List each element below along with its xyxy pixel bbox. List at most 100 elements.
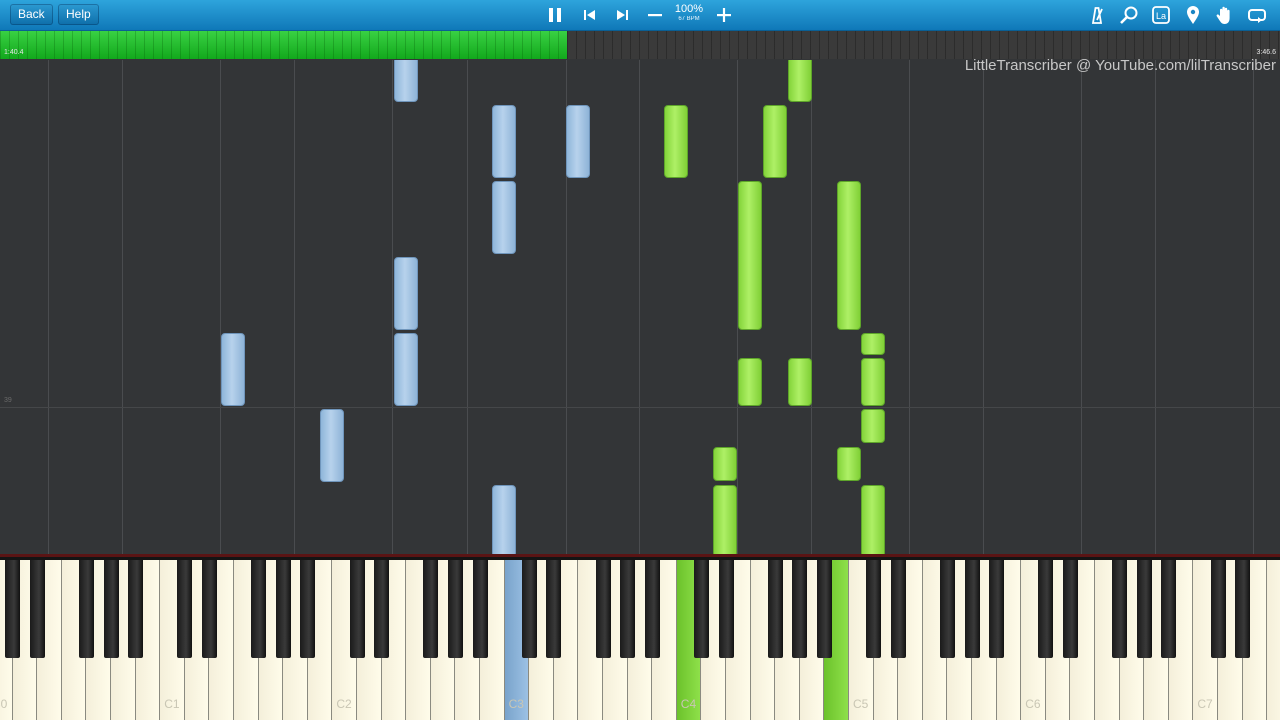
octave-label: C7 <box>1197 697 1213 711</box>
black-key[interactable] <box>521 560 537 658</box>
black-key[interactable] <box>447 560 463 658</box>
black-key[interactable] <box>964 560 980 658</box>
black-key[interactable] <box>423 560 439 658</box>
white-key[interactable] <box>1267 560 1280 720</box>
key-divider <box>220 60 221 554</box>
note-right-hand <box>788 358 812 406</box>
previous-icon[interactable] <box>578 3 602 27</box>
speed-bpm: 67 BPM <box>678 16 700 22</box>
note-right-hand <box>837 181 861 330</box>
black-key[interactable] <box>349 560 365 658</box>
black-key[interactable] <box>201 560 217 658</box>
note-left-hand <box>492 485 516 554</box>
key-divider <box>639 60 640 554</box>
octave-label: C3 <box>508 697 524 711</box>
black-key[interactable] <box>644 560 660 658</box>
black-key[interactable] <box>5 560 21 658</box>
black-key[interactable] <box>374 560 390 658</box>
octave-label: C6 <box>1025 697 1041 711</box>
key-divider <box>1155 60 1156 554</box>
black-key[interactable] <box>177 560 193 658</box>
key-divider <box>392 60 393 554</box>
black-key[interactable] <box>693 560 709 658</box>
watermark-text: LittleTranscriber @ YouTube.com/lilTrans… <box>964 57 1276 74</box>
key-divider <box>122 60 123 554</box>
black-key[interactable] <box>1136 560 1152 658</box>
piano-keyboard[interactable]: C0 C1 C2 C3 C4 C5 C6 C7 <box>0 554 1280 720</box>
piano-roll: 39 <box>0 60 1280 554</box>
black-key[interactable] <box>1235 560 1251 658</box>
key-divider <box>48 60 49 554</box>
black-key[interactable] <box>472 560 488 658</box>
note-right-hand <box>738 358 762 406</box>
note-left-hand <box>221 333 245 406</box>
key-divider <box>983 60 984 554</box>
black-key[interactable] <box>275 560 291 658</box>
pause-icon[interactable] <box>543 3 567 27</box>
black-key[interactable] <box>1038 560 1054 658</box>
note-right-hand <box>713 485 737 554</box>
loop-icon[interactable] <box>1245 3 1269 27</box>
faster-icon[interactable] <box>712 3 736 27</box>
toolbar: Back Help 100% 67 BPM La <box>0 0 1280 31</box>
black-key[interactable] <box>866 560 882 658</box>
label-mode-icon[interactable]: La <box>1149 3 1173 27</box>
black-key[interactable] <box>939 560 955 658</box>
note-right-hand <box>788 60 812 102</box>
speed-percent: 100% <box>674 3 704 15</box>
note-right-hand <box>861 409 885 443</box>
speed-display: 100% 67 BPM <box>670 3 708 23</box>
note-left-hand <box>394 333 418 406</box>
black-key[interactable] <box>251 560 267 658</box>
back-button[interactable]: Back <box>10 4 53 25</box>
total-time: 3:46.6 <box>1256 49 1276 56</box>
help-button[interactable]: Help <box>58 4 99 25</box>
note-right-hand <box>861 358 885 406</box>
timeline-bar[interactable]: 1:40.4 3:46.6 <box>0 31 1280 59</box>
note-left-hand <box>394 60 418 102</box>
marker-icon[interactable] <box>1181 3 1205 27</box>
note-left-hand <box>492 181 516 254</box>
next-icon[interactable] <box>610 3 634 27</box>
black-key[interactable] <box>29 560 45 658</box>
keyboard-top-edge <box>0 554 1280 557</box>
octave-label: C2 <box>336 697 352 711</box>
note-right-hand <box>664 105 688 178</box>
black-key[interactable] <box>767 560 783 658</box>
metronome-icon[interactable] <box>1085 3 1109 27</box>
black-key[interactable] <box>128 560 144 658</box>
current-time: 1:40.4 <box>4 49 24 56</box>
key-divider <box>467 60 468 554</box>
black-key[interactable] <box>792 560 808 658</box>
note-right-hand <box>861 333 885 355</box>
note-left-hand <box>492 105 516 178</box>
key-divider <box>294 60 295 554</box>
key-divider <box>811 60 812 554</box>
black-key[interactable] <box>300 560 316 658</box>
svg-text:La: La <box>1156 11 1166 21</box>
note-left-hand <box>394 257 418 330</box>
black-key[interactable] <box>718 560 734 658</box>
key-divider <box>1081 60 1082 554</box>
key-divider <box>909 60 910 554</box>
black-key[interactable] <box>546 560 562 658</box>
measure-line <box>0 407 1280 408</box>
zoom-icon[interactable] <box>1117 3 1141 27</box>
slower-icon[interactable] <box>643 3 667 27</box>
black-key[interactable] <box>103 560 119 658</box>
black-key[interactable] <box>1112 560 1128 658</box>
black-key[interactable] <box>816 560 832 658</box>
note-right-hand <box>763 105 787 178</box>
note-left-hand <box>320 409 344 482</box>
hand-icon[interactable] <box>1213 3 1237 27</box>
black-key[interactable] <box>890 560 906 658</box>
black-key[interactable] <box>1161 560 1177 658</box>
black-key[interactable] <box>1062 560 1078 658</box>
black-key[interactable] <box>1210 560 1226 658</box>
black-key[interactable] <box>78 560 94 658</box>
black-key[interactable] <box>595 560 611 658</box>
key-divider <box>1253 60 1254 554</box>
octave-label: C1 <box>164 697 180 711</box>
black-key[interactable] <box>989 560 1005 658</box>
black-key[interactable] <box>620 560 636 658</box>
